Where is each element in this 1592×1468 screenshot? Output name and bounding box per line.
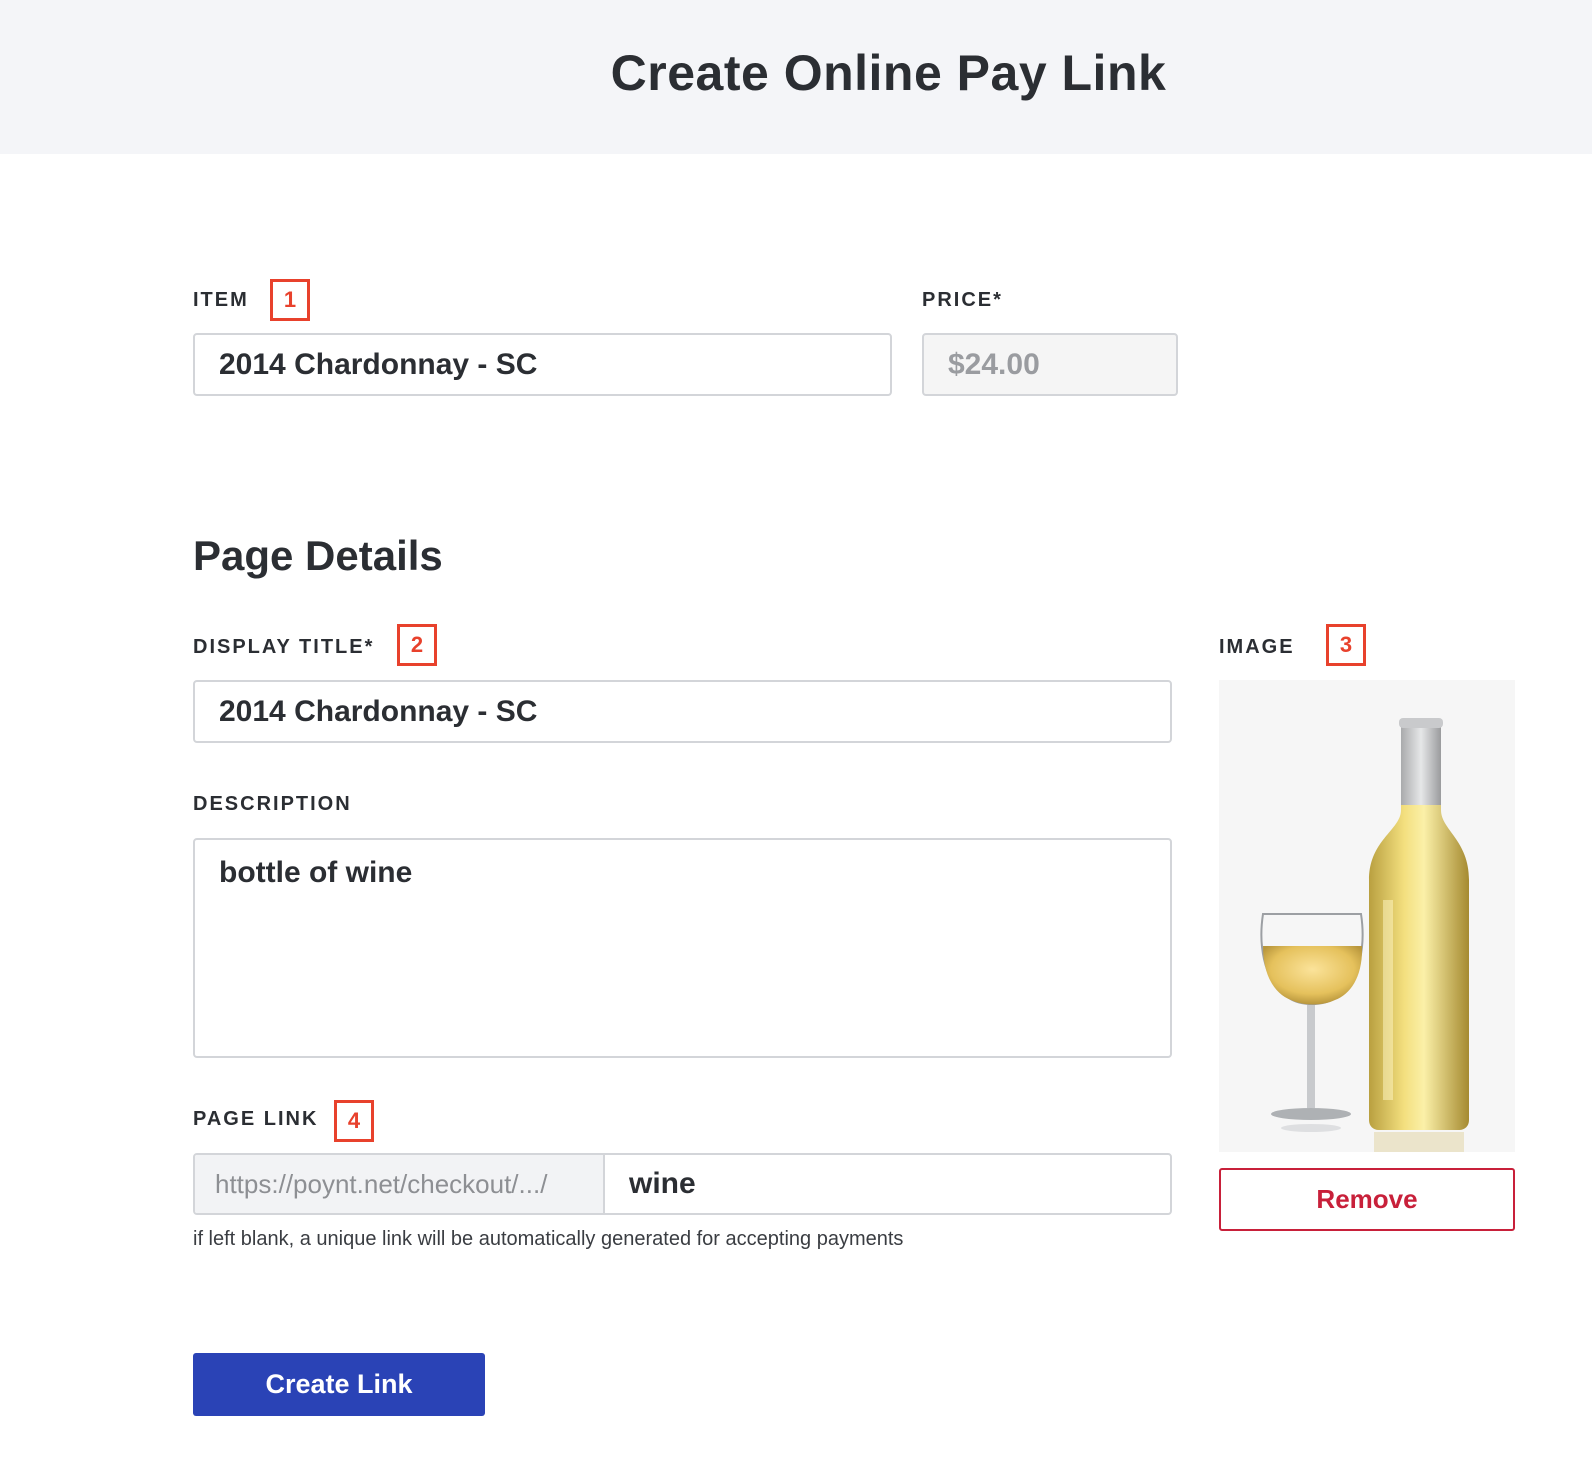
description-textarea[interactable]: bottle of wine xyxy=(193,838,1172,1058)
price-input: $24.00 xyxy=(922,333,1178,396)
page-link-hint: if left blank, a unique link will be aut… xyxy=(193,1228,904,1250)
item-input[interactable]: 2014 Chardonnay - SC xyxy=(193,333,892,396)
page-link-label: PAGE LINK xyxy=(193,1108,319,1130)
description-label: DESCRIPTION xyxy=(193,793,352,815)
page-link-input[interactable]: wine xyxy=(605,1155,1170,1213)
display-title-input[interactable]: 2014 Chardonnay - SC xyxy=(193,680,1172,743)
page-link-prefix: https://poynt.net/checkout/.../ xyxy=(195,1155,605,1213)
page-header: Create Online Pay Link xyxy=(0,0,1592,154)
page-title: Create Online Pay Link xyxy=(610,45,1167,101)
page-link-field: https://poynt.net/checkout/.../ wine xyxy=(193,1153,1172,1215)
callout-badge-2: 2 xyxy=(397,624,437,666)
item-label: ITEM xyxy=(193,289,249,311)
wine-bottle-glass-image xyxy=(1260,718,1469,1152)
callout-badge-4: 4 xyxy=(334,1100,374,1142)
remove-image-button[interactable]: Remove xyxy=(1219,1168,1515,1231)
image-label: IMAGE xyxy=(1219,636,1295,658)
price-label: PRICE* xyxy=(922,289,1003,311)
callout-badge-3: 3 xyxy=(1326,624,1366,666)
callout-badge-1: 1 xyxy=(270,279,310,321)
display-title-label: DISPLAY TITLE* xyxy=(193,636,375,658)
page-details-heading: Page Details xyxy=(193,532,443,579)
create-link-button[interactable]: Create Link xyxy=(193,1353,485,1416)
product-image xyxy=(1219,680,1515,1152)
